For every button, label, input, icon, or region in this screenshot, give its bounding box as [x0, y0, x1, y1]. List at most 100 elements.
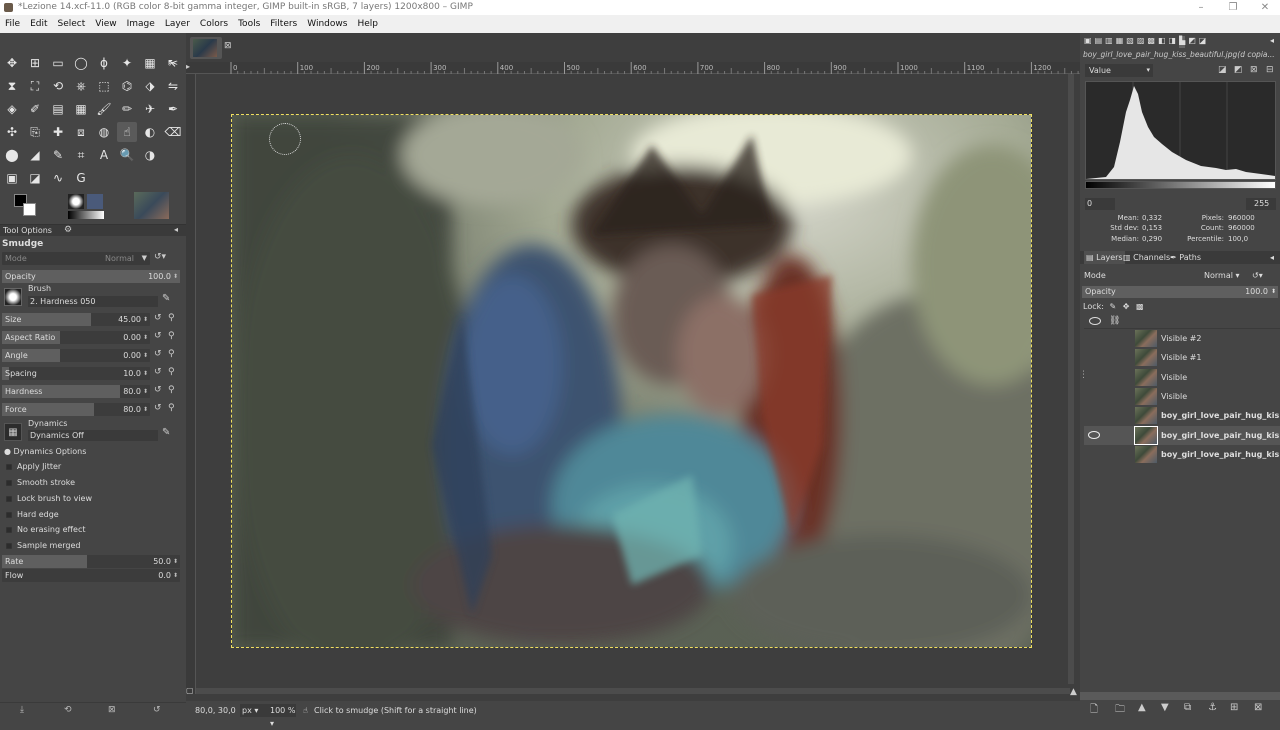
- zoom-tool-icon[interactable]: 🔍: [117, 145, 137, 165]
- handle-transform-tool-icon[interactable]: ⬚: [94, 76, 114, 96]
- aspect-ratio-slider[interactable]: Aspect Ratio 0.00 ⬍: [2, 331, 150, 344]
- dock-tab-icon[interactable]: ▧: [1126, 36, 1134, 48]
- dock-tab-icon[interactable]: ▥: [1105, 36, 1113, 48]
- reset-mode-icon[interactable]: ↺▾: [154, 252, 166, 262]
- menu-tools[interactable]: Tools: [237, 15, 261, 33]
- opacity-slider[interactable]: Opacity 100.0 ⬍: [2, 270, 180, 283]
- text-tool-icon[interactable]: A: [94, 145, 114, 165]
- menu-view[interactable]: View: [94, 15, 117, 33]
- image-tab[interactable]: [190, 37, 222, 59]
- dock-tab-icon[interactable]: ▣: [1084, 36, 1092, 48]
- measure-tool-icon[interactable]: ⌗: [71, 145, 91, 165]
- text-transform-tool-icon[interactable]: ▤: [48, 99, 68, 119]
- hard-edge-checkbox[interactable]: Hard edge: [6, 510, 59, 520]
- restore-options-icon[interactable]: ⟲: [64, 705, 72, 715]
- dock-tab-icon[interactable]: ◩: [1188, 36, 1196, 48]
- force-slider[interactable]: Force 80.0 ⬍: [2, 403, 150, 416]
- reset-force-icon[interactable]: ↺: [154, 403, 162, 413]
- delete-layer-icon[interactable]: ⊠: [1254, 702, 1262, 713]
- dock-tab-icon[interactable]: ▨: [1137, 36, 1145, 48]
- angle-slider[interactable]: Angle 0.00 ⬍: [2, 349, 150, 362]
- gradient-tool-icon[interactable]: ◢: [25, 145, 45, 165]
- close-button[interactable]: ✕: [1248, 0, 1280, 15]
- pattern-preview[interactable]: [87, 194, 103, 209]
- lock-position-icon[interactable]: ✥: [1123, 302, 1130, 311]
- layer-mode-select[interactable]: Normal ▾: [1204, 269, 1240, 282]
- tab-menu-icon[interactable]: ◂: [174, 225, 178, 234]
- crop-tool-icon[interactable]: ⛶: [25, 76, 45, 96]
- layer-row[interactable]: boy_girl_love_pair_hug_kiss: [1084, 406, 1280, 425]
- minimize-button[interactable]: –: [1184, 0, 1218, 15]
- edit-dynamics-icon[interactable]: ✎: [162, 427, 170, 438]
- layer-row[interactable]: Visible: [1084, 387, 1280, 406]
- by-color-select-tool-icon[interactable]: ▦: [140, 53, 160, 73]
- tool-options-tab[interactable]: Tool Options: [3, 226, 52, 235]
- unified-transform-tool-icon[interactable]: ⟲: [48, 76, 68, 96]
- pencil-tool-icon[interactable]: ✏: [117, 99, 137, 119]
- sample-merged-checkbox[interactable]: Sample merged: [6, 541, 80, 551]
- gmic-tool-icon[interactable]: G: [71, 168, 91, 188]
- tab-paths[interactable]: ✒ Paths: [1170, 251, 1201, 264]
- new-group-icon[interactable]: 🗀: [1115, 702, 1125, 719]
- log-histogram-icon[interactable]: ◩: [1234, 65, 1243, 75]
- menu-windows[interactable]: Windows: [306, 15, 348, 33]
- seamless-tool-icon[interactable]: ▦: [71, 99, 91, 119]
- menu-filters[interactable]: Filters: [269, 15, 298, 33]
- bucket-fill-tool-icon[interactable]: ⬤: [2, 145, 22, 165]
- smooth-stroke-checkbox[interactable]: Smooth stroke: [6, 478, 75, 488]
- navigate-icon[interactable]: ▲: [1070, 687, 1077, 697]
- dock-tab-icon[interactable]: ▩: [1147, 36, 1155, 48]
- dodge-tool-icon[interactable]: ◐: [140, 122, 160, 142]
- reset-hardness-icon[interactable]: ↺: [154, 385, 162, 395]
- reset-size-icon[interactable]: ↺: [154, 313, 162, 323]
- layer-opacity-slider[interactable]: Opacity 100.0 ⬍: [1082, 286, 1278, 298]
- dynamics-options-expander[interactable]: ● Dynamics Options: [4, 447, 86, 456]
- menu-help[interactable]: Help: [356, 15, 379, 33]
- smudge-tool-icon[interactable]: ☝: [117, 122, 137, 142]
- vertical-scrollbar[interactable]: [1068, 74, 1074, 684]
- anchor-layer-icon[interactable]: ⚓: [1208, 702, 1217, 713]
- reset-aspect-icon[interactable]: ↺: [154, 331, 162, 341]
- eye-icon[interactable]: [1088, 430, 1100, 439]
- menu-image[interactable]: Image: [126, 15, 156, 33]
- save-options-icon[interactable]: ⤓: [20, 705, 24, 715]
- layer-row[interactable]: boy_girl_love_pair_hug_kiss: [1084, 445, 1280, 464]
- link-angle-icon[interactable]: ⚲: [168, 349, 175, 359]
- raise-layer-icon[interactable]: ▲: [1138, 702, 1146, 713]
- layer-row[interactable]: boy_girl_love_pair_hug_kiss: [1084, 425, 1280, 445]
- blur-tool-icon[interactable]: ◍: [94, 122, 114, 142]
- gegl-tool-icon[interactable]: ◑: [140, 145, 160, 165]
- layer-row[interactable]: Visible #1: [1084, 348, 1280, 367]
- tab-layers[interactable]: ▤ Layers: [1084, 251, 1125, 264]
- align-tool-icon[interactable]: ⊞: [25, 53, 45, 73]
- lower-layer-icon[interactable]: ▼: [1161, 702, 1169, 713]
- spacing-slider[interactable]: Spacing 10.0 ⬍: [2, 367, 150, 380]
- apply-jitter-checkbox[interactable]: Apply Jitter: [6, 462, 61, 472]
- menu-select[interactable]: Select: [57, 15, 87, 33]
- dock-tab-icon[interactable]: ◪: [1199, 36, 1207, 48]
- free-select-tool-icon[interactable]: ϕ: [94, 53, 114, 73]
- gradient-preview[interactable]: [68, 211, 104, 219]
- duplicate-layer-icon[interactable]: ⧉: [1184, 702, 1191, 713]
- histogram-tab-icon[interactable]: ▙: [1179, 36, 1186, 48]
- channel-select[interactable]: Value ▾: [1085, 64, 1153, 77]
- airbrush-tool-icon[interactable]: ✈: [140, 99, 160, 119]
- link-spacing-icon[interactable]: ⚲: [168, 367, 175, 377]
- brush-name-field[interactable]: 2. Hardness 050: [28, 296, 158, 307]
- flow-slider[interactable]: Flow 0.0 ⬍: [2, 569, 180, 582]
- mypaint-tool-icon[interactable]: ✣: [2, 122, 22, 142]
- menu-file[interactable]: File: [4, 15, 21, 33]
- move-tool-icon[interactable]: ✥: [2, 53, 22, 73]
- dynamics-name-field[interactable]: Dynamics Off: [28, 430, 158, 441]
- lock-alpha-icon[interactable]: ▩: [1136, 302, 1144, 311]
- screenshot-tool-icon[interactable]: ▣: [2, 168, 22, 188]
- perspective-tool-icon[interactable]: ⬗: [140, 76, 160, 96]
- menu-colors[interactable]: Colors: [199, 15, 229, 33]
- horizontal-ruler[interactable]: 0 100 200 300 400 500 600 700 800 900 1000 1100 1200: [186, 62, 1080, 74]
- tab-channels[interactable]: ▥ Channels: [1123, 251, 1170, 264]
- dock-tab-icon[interactable]: ◧: [1158, 36, 1166, 48]
- heal-tool-icon[interactable]: ✚: [48, 122, 68, 142]
- ink-tool-icon[interactable]: ✒: [163, 99, 183, 119]
- dock-tab-icon[interactable]: ▤: [1095, 36, 1103, 48]
- histogram-tool-tool-icon[interactable]: ◪: [25, 168, 45, 188]
